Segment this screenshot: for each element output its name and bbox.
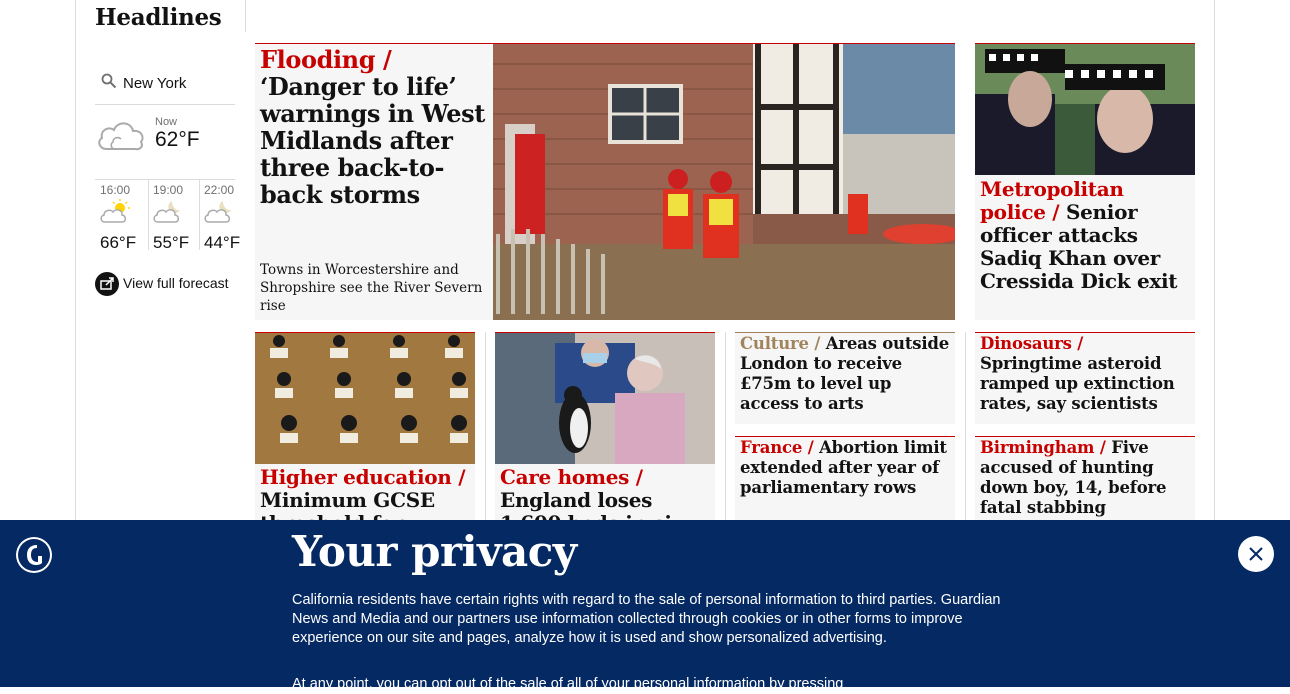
- privacy-body: California residents have certain rights…: [292, 592, 1001, 646]
- partly-cloudy-night-icon: [153, 201, 180, 223]
- forecast-item: 22:00 44°F: [199, 180, 245, 252]
- care-home-penguin-photo: [495, 333, 715, 464]
- guardian-logo: [16, 537, 52, 573]
- forecast-temp: 44°F: [204, 233, 241, 252]
- story-kicker: Culture /: [740, 334, 821, 353]
- divider: [245, 0, 246, 32]
- main-story-standfirst: Towns in Worcestershire and Shropshire s…: [260, 262, 483, 314]
- main-story-title: ‘Danger to life’ warnings in West Midlan…: [260, 72, 485, 209]
- story-card[interactable]: Birmingham / Five accused of hunting dow…: [975, 436, 1195, 532]
- story-headline[interactable]: France / Abortion limit extended after y…: [740, 438, 950, 498]
- story-kicker: Birmingham /: [980, 438, 1106, 457]
- story-kicker: Higher education /: [260, 465, 466, 489]
- partly-cloudy-night-icon: [204, 201, 231, 223]
- privacy-title: Your privacy: [292, 527, 577, 576]
- main-story-headline[interactable]: Flooding / ‘Danger to life’ warnings in …: [260, 46, 485, 208]
- exam-hall-photo: [255, 333, 475, 464]
- story-headline[interactable]: Dinosaurs / Springtime asteroid ramped u…: [980, 334, 1190, 414]
- story-headline[interactable]: Culture / Areas outside London to receiv…: [740, 334, 950, 414]
- cloudy-icon: [98, 122, 144, 151]
- external-link-icon: [95, 272, 119, 296]
- section-title: Headlines: [95, 4, 222, 31]
- police-officer-photo: [975, 44, 1195, 175]
- forecast-temp: 55°F: [153, 233, 190, 252]
- flood-rescue-photo: [493, 44, 955, 320]
- weather-now-label: Now: [155, 116, 178, 128]
- side-story-headline[interactable]: Metropolitan police / Senior officer att…: [980, 178, 1190, 293]
- search-icon: [101, 73, 117, 89]
- story-kicker: Care homes /: [500, 465, 643, 489]
- forecast-temp: 66°F: [100, 233, 137, 252]
- forecast-time: 16:00: [100, 183, 131, 197]
- story-card[interactable]: Culture / Areas outside London to receiv…: [735, 332, 955, 424]
- divider: [485, 332, 486, 520]
- close-icon: [1249, 547, 1263, 561]
- divider: [965, 332, 966, 520]
- story-headline[interactable]: Birmingham / Five accused of hunting dow…: [980, 438, 1190, 518]
- close-button[interactable]: [1238, 536, 1274, 572]
- story-card[interactable]: Dinosaurs / Springtime asteroid ramped u…: [975, 332, 1195, 424]
- weather-now-temp: 62°F: [155, 128, 200, 151]
- forecast-item: 16:00 66°F: [95, 180, 141, 252]
- story-kicker: France /: [740, 438, 814, 457]
- divider: [725, 332, 726, 520]
- privacy-body-continued: At any point, you can opt out of the sal…: [292, 676, 844, 692]
- forecast-time: 22:00: [204, 183, 235, 197]
- story-card[interactable]: Care homes / England loses 1,600 beds in…: [495, 332, 715, 558]
- story-kicker: Dinosaurs /: [980, 334, 1084, 353]
- story-card[interactable]: France / Abortion limit extended after y…: [735, 436, 955, 532]
- side-story-card[interactable]: Metropolitan police / Senior officer att…: [975, 43, 1195, 320]
- view-full-forecast-label: View full forecast: [123, 275, 229, 291]
- story-title: Springtime asteroid ramped up extinction…: [980, 354, 1175, 413]
- view-full-forecast-link[interactable]: View full forecast: [95, 272, 235, 296]
- story-card[interactable]: Higher education / Minimum GCSE threshol…: [255, 332, 475, 558]
- forecast-item: 19:00 55°F: [148, 180, 194, 252]
- partly-sunny-icon: [100, 199, 130, 223]
- main-story-card[interactable]: Flooding / ‘Danger to life’ warnings in …: [255, 43, 955, 320]
- main-story-kicker: Flooding /: [260, 45, 392, 74]
- forecast-time: 19:00: [153, 183, 184, 197]
- weather-location[interactable]: New York: [123, 75, 186, 92]
